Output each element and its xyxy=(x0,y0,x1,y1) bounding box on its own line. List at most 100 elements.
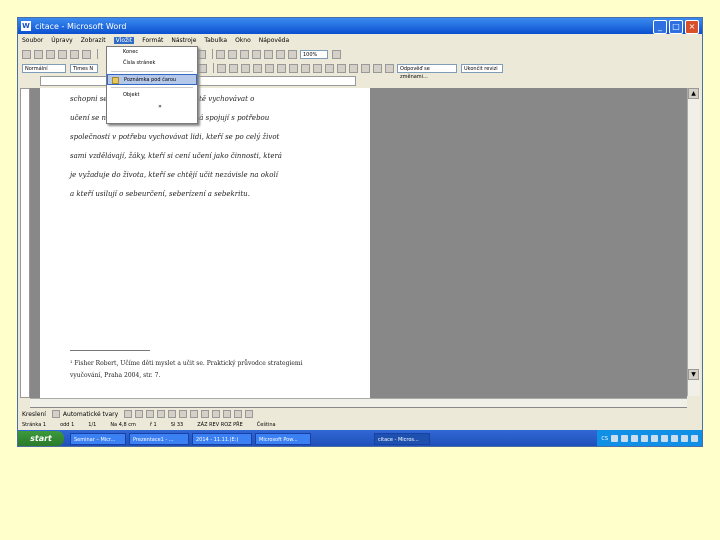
title-bar[interactable]: W citace - Microsoft Word _ □ × xyxy=(18,18,702,34)
tray-icon[interactable] xyxy=(651,435,658,442)
minimize-button[interactable]: _ xyxy=(653,20,667,34)
reply-icon[interactable] xyxy=(385,63,394,73)
tray-icon[interactable] xyxy=(691,435,698,442)
tray-icon[interactable] xyxy=(631,435,638,442)
vertical-ruler[interactable] xyxy=(20,88,30,398)
email-icon[interactable] xyxy=(70,49,79,59)
tray-icon[interactable] xyxy=(641,435,648,442)
tray-icon[interactable] xyxy=(611,435,618,442)
align-left-icon[interactable] xyxy=(217,63,226,73)
line-tool-icon[interactable] xyxy=(124,410,133,418)
3d-icon[interactable] xyxy=(245,410,254,418)
menu-vlozit[interactable]: Vložit xyxy=(113,36,135,44)
show-hide-icon[interactable] xyxy=(288,49,297,59)
insert-picture-icon[interactable] xyxy=(373,63,382,73)
menu-tabulka[interactable]: Tabulka xyxy=(204,37,227,44)
table-icon[interactable] xyxy=(228,49,237,59)
font-select[interactable]: Times N xyxy=(70,63,98,73)
redo-icon[interactable] xyxy=(197,49,206,59)
menu-soubor[interactable]: Soubor xyxy=(22,37,43,44)
reply-changes-select[interactable]: Odpověď se změnami... xyxy=(397,63,457,80)
menu-expand-chevron-icon[interactable]: » xyxy=(107,101,197,112)
document-page[interactable]: schopni se učit sami. A tedy na kvalitě … xyxy=(40,88,370,398)
scroll-track[interactable] xyxy=(688,99,700,369)
arrow-tool-icon[interactable] xyxy=(135,410,144,418)
font-color-icon[interactable] xyxy=(349,63,358,73)
end-review-select[interactable]: Ukončit revizi xyxy=(461,63,503,73)
menu-divider xyxy=(111,71,193,72)
horizontal-ruler[interactable] xyxy=(40,76,356,86)
bullets-icon[interactable] xyxy=(289,63,298,73)
language-indicator[interactable]: CS xyxy=(601,436,608,442)
system-tray: CS xyxy=(597,430,702,446)
increase-indent-icon[interactable] xyxy=(313,63,322,73)
menu-item-poznamka-pod-carou[interactable]: Poznámka pod čarou xyxy=(107,74,197,85)
scroll-up-icon[interactable]: ▲ xyxy=(688,88,699,99)
task-button[interactable]: Prezentace1 - ... xyxy=(129,432,189,445)
align-center-icon[interactable] xyxy=(229,63,238,73)
decrease-indent-icon[interactable] xyxy=(301,63,310,73)
oval-tool-icon[interactable] xyxy=(157,410,166,418)
menu-zobrazit[interactable]: Zobrazit xyxy=(81,37,106,44)
excel-icon[interactable] xyxy=(240,49,249,59)
footnote-line: ¹ Fisher Robert, Učíme děti myslet a uči… xyxy=(70,360,303,367)
justify-icon[interactable] xyxy=(253,63,262,73)
align-right-icon[interactable] xyxy=(241,63,250,73)
omega-symbol-icon[interactable] xyxy=(361,63,370,73)
open-folder-icon[interactable] xyxy=(34,49,43,59)
start-button[interactable]: start xyxy=(18,431,64,446)
line-spacing-icon[interactable] xyxy=(265,63,274,73)
tray-icon[interactable] xyxy=(671,435,678,442)
menu-item-cisla-stranek[interactable]: Čísla stránek xyxy=(107,58,197,69)
highlight-icon[interactable] xyxy=(337,63,346,73)
border-icon[interactable] xyxy=(325,63,334,73)
tray-icon[interactable] xyxy=(621,435,628,442)
textbox-tool-icon[interactable] xyxy=(168,410,177,418)
help-icon[interactable] xyxy=(332,49,341,59)
columns-icon[interactable] xyxy=(252,49,261,59)
fill-color-icon[interactable] xyxy=(190,410,199,418)
task-button[interactable]: Seminar – Micr... xyxy=(70,432,126,445)
print-icon[interactable] xyxy=(82,49,91,59)
status-section: odd 1 xyxy=(60,422,75,428)
document-map-icon[interactable] xyxy=(276,49,285,59)
new-document-icon[interactable] xyxy=(22,49,31,59)
menu-upravy[interactable]: Úpravy xyxy=(51,37,72,44)
autoshapes-menu[interactable]: Automatické tvary xyxy=(63,411,118,418)
menu-napoveda[interactable]: Nápověda xyxy=(259,37,289,44)
scroll-down-icon[interactable]: ▼ xyxy=(688,369,699,380)
vertical-scrollbar[interactable]: ▲ ▼ xyxy=(687,88,700,396)
select-objects-icon[interactable] xyxy=(51,410,60,418)
rectangle-tool-icon[interactable] xyxy=(146,410,155,418)
save-icon[interactable] xyxy=(46,49,55,59)
shadow-icon[interactable] xyxy=(234,410,243,418)
style-select[interactable]: Normální xyxy=(22,63,66,73)
menu-okno[interactable]: Okno xyxy=(235,37,251,44)
tray-icon[interactable] xyxy=(661,435,668,442)
underline-icon[interactable] xyxy=(198,63,207,73)
zoom-select[interactable]: 100% xyxy=(300,49,328,59)
menu-nastroje[interactable]: Nástroje xyxy=(171,37,196,44)
footnote[interactable]: ¹ Fisher Robert, Učíme děti myslet a uči… xyxy=(70,358,332,382)
task-button-active[interactable]: citace - Micros... xyxy=(374,432,430,445)
body-line: společnosti v potřebu vychovávat lidi, k… xyxy=(70,133,280,141)
close-button[interactable]: × xyxy=(685,20,699,34)
permission-icon[interactable] xyxy=(58,49,67,59)
tray-icon[interactable] xyxy=(681,435,688,442)
drawing-icon[interactable] xyxy=(264,49,273,59)
task-button[interactable]: 2014 - 11.11.(E:) xyxy=(192,432,252,445)
font-color-draw-icon[interactable] xyxy=(212,410,221,418)
line-style-icon[interactable] xyxy=(223,410,232,418)
line-color-icon[interactable] xyxy=(201,410,210,418)
menu-item-konec[interactable]: Konec xyxy=(107,47,197,58)
menu-format[interactable]: Formát xyxy=(142,37,163,44)
horizontal-scrollbar[interactable] xyxy=(30,398,687,407)
maximize-button[interactable]: □ xyxy=(669,20,683,34)
task-button[interactable]: Microsoft Pow... xyxy=(255,432,311,445)
hyperlink-icon[interactable] xyxy=(216,49,225,59)
numbering-icon[interactable] xyxy=(277,63,286,73)
draw-menu[interactable]: Kreslení xyxy=(22,411,46,418)
menu-item-objekt[interactable]: Objekt xyxy=(107,90,197,101)
toolbar-separator xyxy=(97,49,98,59)
wordart-icon[interactable] xyxy=(179,410,188,418)
